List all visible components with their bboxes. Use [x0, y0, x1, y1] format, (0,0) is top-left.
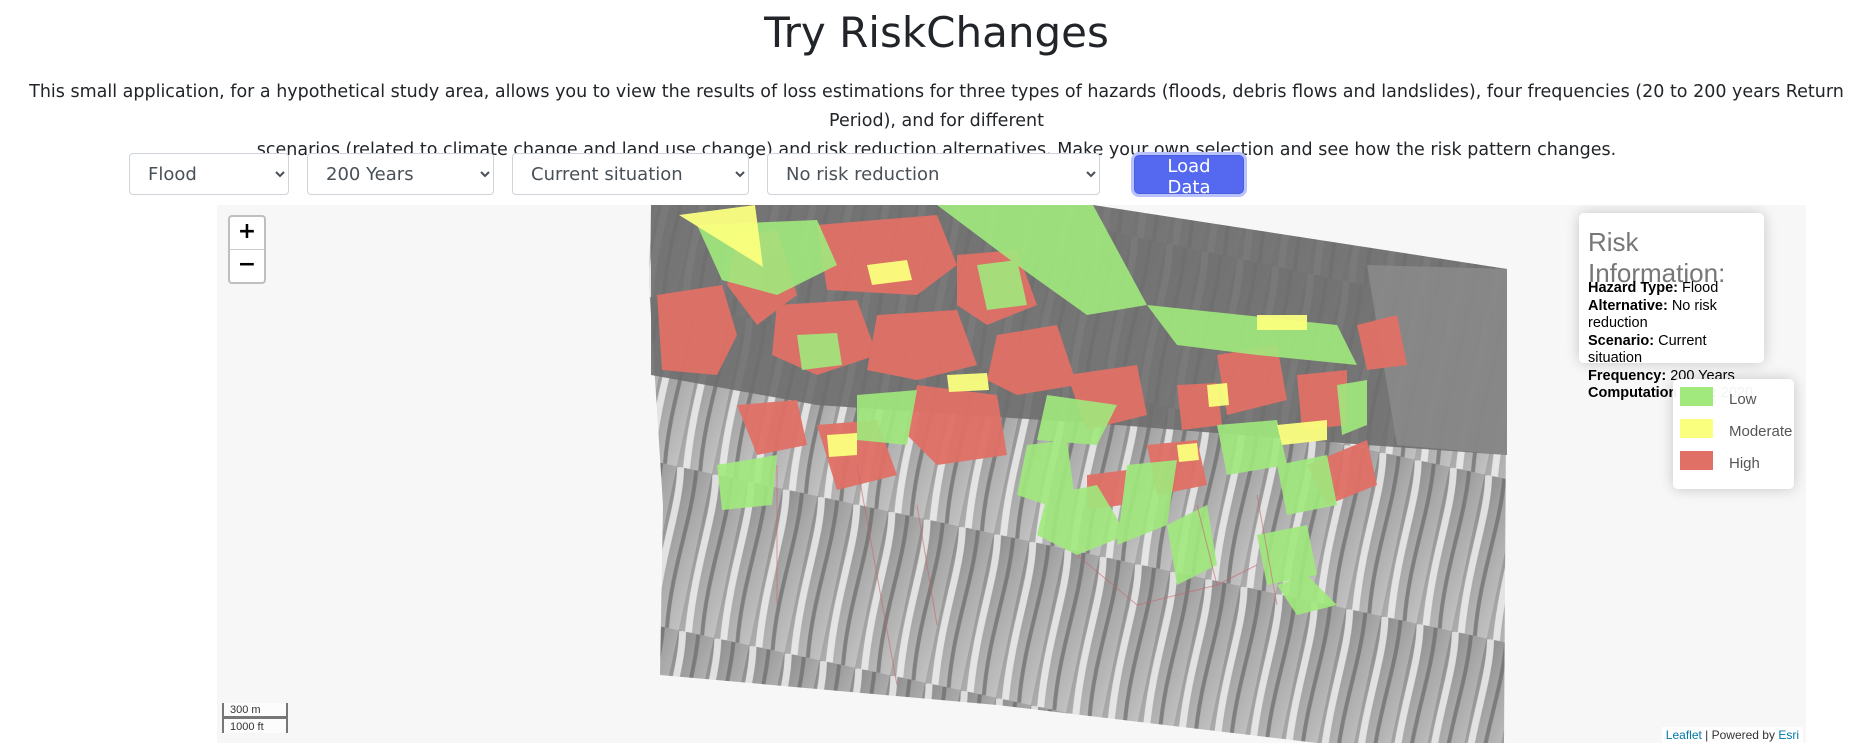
hazard-select[interactable]: Flood — [129, 153, 289, 195]
legend-label-moderate: Moderate — [1729, 423, 1793, 440]
info-scenario-label: Scenario: — [1588, 332, 1655, 349]
info-alternative-row: Alternative: No risk reduction — [1588, 298, 1764, 333]
info-hazard-row: Hazard Type: Flood — [1588, 280, 1764, 298]
zoom-in-button[interactable]: + — [230, 217, 264, 250]
info-scenario-row: Scenario: Current situation — [1588, 333, 1764, 368]
frequency-select[interactable]: 200 Years — [307, 153, 494, 195]
scale-metric: 300 m — [222, 703, 288, 718]
info-alternative-label: Alternative: — [1588, 297, 1668, 314]
leaflet-link[interactable]: Leaflet — [1666, 728, 1702, 742]
info-hazard-value: Flood — [1682, 280, 1719, 296]
load-data-button[interactable]: Load Data — [1134, 155, 1244, 198]
page-title: Try RiskChanges — [764, 8, 1109, 57]
legend-label-high: High — [1729, 455, 1760, 472]
legend-swatch-high — [1680, 451, 1713, 470]
legend-swatch-moderate — [1680, 419, 1713, 438]
zoom-control: + − — [228, 215, 266, 284]
scale-bar: 300 m 1000 ft — [222, 703, 288, 733]
risk-info-panel: Risk Information: Hazard Type: Flood Alt… — [1579, 213, 1764, 401]
alternative-select[interactable]: No risk reduction — [767, 153, 1100, 195]
legend-swatch-low — [1680, 387, 1713, 406]
info-frequency-label: Frequency: — [1588, 367, 1667, 384]
legend-label-low: Low — [1729, 391, 1757, 408]
map-attribution: Leaflet | Powered by Esri — [1661, 727, 1803, 743]
risk-map[interactable]: + − Risk Information: Hazard Type: Flood… — [217, 205, 1806, 743]
intro-line-1: This small application, for a hypothetic… — [29, 82, 1844, 131]
info-hazard-label: Hazard Type: — [1588, 280, 1678, 296]
scenario-select[interactable]: Current situation — [512, 153, 749, 195]
scale-imperial: 1000 ft — [222, 717, 288, 733]
zoom-out-button[interactable]: − — [230, 250, 264, 282]
risk-legend: Low Moderate High — [1673, 379, 1794, 489]
hillshade-basemap[interactable] — [217, 205, 1806, 743]
esri-link[interactable]: Esri — [1778, 728, 1799, 742]
intro-text: This small application, for a hypothetic… — [0, 78, 1873, 165]
attribution-separator: | Powered by — [1701, 728, 1779, 742]
